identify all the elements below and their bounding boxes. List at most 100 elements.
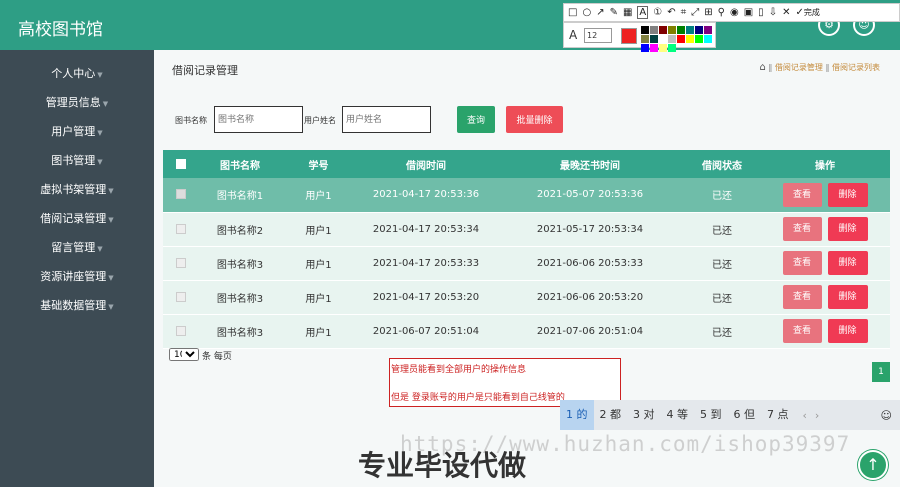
- pen-icon[interactable]: ✎: [610, 7, 618, 18]
- view-button[interactable]: 查看: [782, 251, 822, 275]
- delete-button[interactable]: 删除: [827, 217, 868, 241]
- row-checkbox[interactable]: [176, 291, 186, 302]
- user-name-input[interactable]: [342, 106, 431, 133]
- emoji-icon[interactable]: ☺: [881, 409, 892, 422]
- text-icon[interactable]: A: [637, 6, 649, 19]
- color-swatch[interactable]: [686, 35, 694, 43]
- sidebar-item-messages[interactable]: 留言管理 ▼: [0, 233, 154, 262]
- color-swatch[interactable]: [659, 35, 667, 43]
- chevron-down-icon: ▼: [102, 100, 109, 108]
- scroll-to-top-button[interactable]: ↑: [858, 450, 888, 480]
- color-swatch[interactable]: [668, 44, 676, 52]
- color-swatch[interactable]: [686, 26, 694, 34]
- select-all-checkbox[interactable]: [176, 158, 186, 169]
- cell-due-time: 2021-06-06 20:53:20: [496, 280, 684, 315]
- color-swatch[interactable]: [641, 35, 649, 43]
- user-name-label: 用户姓名: [304, 116, 336, 125]
- current-color-swatch: [621, 28, 637, 44]
- color-swatch[interactable]: [659, 44, 667, 52]
- screenshot-toolbar: □ ○ ↗ ✎ ▦ A ① ↶ ⌗ ⤢ ⊞ ⚲ ◉ ▣ ▯ ⇩ ✕ ✓完成: [563, 3, 900, 22]
- row-checkbox[interactable]: [176, 257, 186, 268]
- expand-icon[interactable]: ⤢: [691, 7, 699, 18]
- ime-candidate[interactable]: 6 但: [728, 400, 762, 430]
- phone-icon[interactable]: ▯: [758, 7, 764, 18]
- pin-icon[interactable]: ⚲: [718, 7, 725, 18]
- row-checkbox[interactable]: [176, 189, 186, 200]
- color-swatch[interactable]: [704, 26, 712, 34]
- font-size-select[interactable]: 12: [584, 28, 612, 43]
- sidebar-item-personal-center[interactable]: 个人中心 ▼: [0, 59, 154, 88]
- borrow-records-table: 图书名称 学号 借阅时间 最晚还书时间 借阅状态 操作 图书名称1 用户1 20…: [163, 150, 890, 349]
- view-button[interactable]: 查看: [782, 182, 822, 207]
- view-button[interactable]: 查看: [782, 217, 822, 241]
- arrow-icon[interactable]: ↗: [596, 7, 604, 18]
- ime-candidate[interactable]: 2 都: [594, 400, 628, 430]
- ime-candidate[interactable]: 3 对: [627, 400, 661, 430]
- column-header: 学号: [281, 150, 356, 178]
- mosaic-icon[interactable]: ▦: [623, 7, 632, 18]
- grid-icon[interactable]: ⊞: [704, 7, 712, 18]
- close-icon[interactable]: ✕: [782, 7, 790, 18]
- ime-candidate-bar: 1 的 2 都 3 对 4 等 5 到 6 但 7 点 ‹ › ☺: [560, 400, 900, 430]
- view-button[interactable]: 查看: [782, 319, 822, 343]
- home-icon[interactable]: ⌂: [759, 62, 765, 73]
- query-button[interactable]: 查询: [457, 106, 495, 133]
- rectangle-icon[interactable]: □: [568, 7, 577, 18]
- cell-status: 已还: [684, 314, 760, 349]
- page-size-select[interactable]: 10: [169, 348, 199, 361]
- color-swatch[interactable]: [641, 44, 649, 52]
- sidebar-item-base-data[interactable]: 基础数据管理 ▼: [0, 291, 154, 320]
- color-swatch[interactable]: [677, 26, 685, 34]
- cell-borrow-time: 2021-04-17 20:53:36: [356, 178, 496, 213]
- delete-button[interactable]: 删除: [827, 319, 868, 343]
- color-swatch[interactable]: [668, 35, 676, 43]
- sidebar-item-admin-info[interactable]: 管理员信息 ▼: [0, 88, 154, 117]
- color-swatch[interactable]: [677, 35, 685, 43]
- batch-delete-button[interactable]: 批量删除: [506, 106, 563, 133]
- number-icon[interactable]: ①: [653, 7, 662, 18]
- delete-button[interactable]: 删除: [827, 285, 868, 309]
- cell-status: 已还: [684, 212, 760, 247]
- ime-candidate[interactable]: 5 到: [694, 400, 728, 430]
- book-name-input[interactable]: [214, 106, 303, 133]
- chevron-left-icon[interactable]: ‹: [803, 409, 807, 422]
- color-swatch[interactable]: [704, 35, 712, 43]
- app-title: 高校图书馆: [18, 20, 103, 40]
- cell-borrow-time: 2021-06-07 20:51:04: [356, 314, 496, 349]
- ime-candidate[interactable]: 4 等: [661, 400, 695, 430]
- color-swatch[interactable]: [695, 35, 703, 43]
- ime-candidate[interactable]: 1 的: [560, 400, 594, 430]
- page-number-button[interactable]: 1: [872, 362, 890, 382]
- view-button[interactable]: 查看: [782, 285, 822, 309]
- color-swatch[interactable]: [650, 44, 658, 52]
- cell-due-time: 2021-07-06 20:51:04: [496, 314, 684, 349]
- sidebar-item-user-management[interactable]: 用户管理 ▼: [0, 117, 154, 146]
- row-checkbox[interactable]: [176, 325, 186, 336]
- color-swatch[interactable]: [650, 26, 658, 34]
- crop-icon[interactable]: ⌗: [681, 7, 687, 18]
- row-checkbox[interactable]: [176, 223, 186, 234]
- color-swatch[interactable]: [641, 26, 649, 34]
- breadcrumb-item[interactable]: 借阅记录管理: [775, 63, 823, 72]
- sidebar-item-borrow-records[interactable]: 借阅记录管理 ▼: [0, 204, 154, 233]
- color-swatch[interactable]: [695, 26, 703, 34]
- cell-user: 用户1: [281, 246, 356, 281]
- chevron-right-icon[interactable]: ›: [815, 409, 819, 422]
- record-icon[interactable]: ◉: [730, 7, 739, 18]
- color-swatch[interactable]: [659, 26, 667, 34]
- color-swatch[interactable]: [668, 26, 676, 34]
- color-swatch[interactable]: [650, 35, 658, 43]
- download-icon[interactable]: ⇩: [769, 7, 777, 18]
- chevron-down-icon: ▼: [108, 187, 114, 195]
- chevron-down-icon: ▼: [97, 158, 103, 166]
- sidebar-item-book-management[interactable]: 图书管理 ▼: [0, 146, 154, 175]
- save-icon[interactable]: ▣: [744, 7, 753, 18]
- delete-button[interactable]: 删除: [827, 251, 868, 275]
- ellipse-icon[interactable]: ○: [582, 7, 591, 18]
- ime-candidate[interactable]: 7 点: [761, 400, 795, 430]
- done-button[interactable]: ✓完成: [795, 7, 824, 18]
- undo-icon[interactable]: ↶: [667, 7, 675, 18]
- sidebar-item-virtual-shelf[interactable]: 虚拟书架管理 ▼: [0, 175, 154, 204]
- sidebar-item-lectures[interactable]: 资源讲座管理 ▼: [0, 262, 154, 291]
- delete-button[interactable]: 删除: [827, 182, 868, 207]
